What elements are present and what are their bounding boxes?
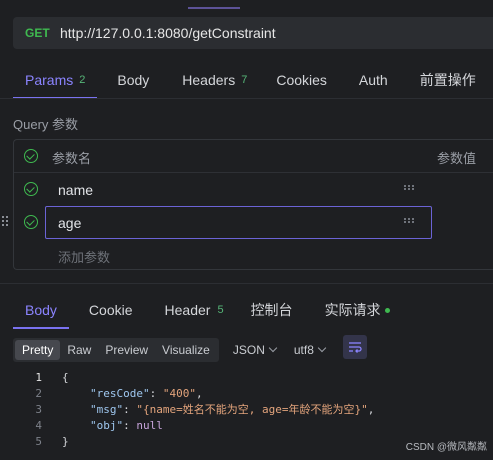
http-method-badge[interactable]: GET xyxy=(25,26,60,40)
wrap-lines-icon xyxy=(349,342,362,353)
resp-tab-body-label: Body xyxy=(25,302,57,318)
resp-tab-console-label: 控制台 xyxy=(250,302,293,318)
more-dots-icon[interactable] xyxy=(404,218,414,224)
format-toolbar: Pretty Raw Preview Visualize JSON utf8 xyxy=(13,338,327,362)
request-tabs: Params 2 Body Headers 7 Cookies Auth 前置操… xyxy=(12,62,476,99)
code-text: "resCode": "400", xyxy=(90,387,203,400)
add-param-placeholder[interactable]: 添加参数 xyxy=(58,247,110,266)
code-line: 3 "msg": "{name=姓名不能为空, age=年龄不能为空}", xyxy=(0,402,493,418)
tab-pre-actions[interactable]: 前置操作 xyxy=(420,64,476,96)
code-line: 4 "obj": null xyxy=(0,418,493,434)
tab-headers-count: 7 xyxy=(241,74,248,86)
json-value: "{name=姓名不能为空, age=年龄不能为空}" xyxy=(136,403,368,416)
line-number: 2 xyxy=(35,387,42,400)
query-section-label: Query 参数 xyxy=(13,117,79,132)
resp-tab-header-label: Header xyxy=(164,302,211,318)
json-key: "resCode" xyxy=(90,387,150,400)
mode-preview-button[interactable]: Preview xyxy=(98,340,155,360)
code-line: 2 "resCode": "400", xyxy=(0,386,493,402)
tabs-divider xyxy=(0,98,493,99)
col-header-value: 参数值 xyxy=(437,151,477,166)
resp-tab-body[interactable]: Body xyxy=(13,295,69,329)
param-checkbox-icon[interactable] xyxy=(24,182,38,196)
content-type-select[interactable]: JSON xyxy=(232,343,278,357)
resp-tab-header[interactable]: Header 5 xyxy=(165,295,224,325)
encoding-value: utf8 xyxy=(293,343,314,357)
resp-tab-actual-request[interactable]: 实际请求 xyxy=(325,295,390,325)
json-punct: , xyxy=(367,403,375,416)
param-name-edit-box[interactable] xyxy=(45,206,432,239)
url-bar[interactable]: GET http://127.0.0.1:8080/getConstraint xyxy=(13,17,493,49)
url-input[interactable]: http://127.0.0.1:8080/getConstraint xyxy=(60,25,276,41)
tab-headers[interactable]: Headers 7 xyxy=(182,64,247,96)
line-number: 5 xyxy=(35,435,42,448)
tab-auth[interactable]: Auth xyxy=(359,64,388,96)
col-header-name: 参数名 xyxy=(52,151,92,166)
line-number: 3 xyxy=(35,403,42,416)
view-mode-group: Pretty Raw Preview Visualize xyxy=(13,338,219,362)
tab-cookies[interactable]: Cookies xyxy=(276,64,327,96)
resp-tab-cookie-label: Cookie xyxy=(88,302,133,318)
tab-params-count: 2 xyxy=(79,74,86,86)
tab-cookies-label: Cookies xyxy=(276,72,327,88)
code-line: 1 { xyxy=(0,370,493,386)
json-key: "msg" xyxy=(90,403,124,416)
code-text: "msg": "{name=姓名不能为空, age=年龄不能为空}", xyxy=(90,403,375,416)
code-text: { xyxy=(62,371,69,384)
drag-handle-icon[interactable] xyxy=(2,216,10,228)
encoding-select[interactable]: utf8 xyxy=(293,343,327,357)
more-dots-icon[interactable] xyxy=(404,185,414,191)
tab-params-label: Params xyxy=(25,72,74,88)
tab-headers-label: Headers xyxy=(182,72,236,88)
json-punct: , xyxy=(195,387,203,400)
chevron-down-icon xyxy=(317,343,327,353)
tab-params[interactable]: Params 2 xyxy=(12,64,98,99)
code-text: } xyxy=(62,435,69,448)
select-all-checkbox-icon[interactable] xyxy=(24,149,38,163)
status-dot-icon xyxy=(384,307,390,313)
code-text: "obj": null xyxy=(90,419,163,432)
mode-visualize-button[interactable]: Visualize xyxy=(155,340,217,360)
resp-tab-actual-request-label: 实际请求 xyxy=(324,302,381,318)
json-key: "obj" xyxy=(90,419,124,432)
resp-tab-console[interactable]: 控制台 xyxy=(251,295,293,325)
json-value: null xyxy=(136,419,163,432)
json-value: "400" xyxy=(162,387,196,400)
chevron-down-icon xyxy=(268,343,278,353)
param-row: age xyxy=(14,206,493,239)
add-param-row[interactable]: 添加参数 xyxy=(14,239,493,272)
param-name[interactable]: name xyxy=(58,182,93,198)
tab-auth-label: Auth xyxy=(358,72,388,88)
line-number: 1 xyxy=(35,371,42,384)
response-tabs: Body Cookie Header 5 控制台 实际请求 xyxy=(13,293,390,329)
content-type-value: JSON xyxy=(232,343,265,357)
top-tab-indicator xyxy=(188,7,240,9)
tab-pre-actions-label: 前置操作 xyxy=(419,72,476,88)
response-divider xyxy=(0,283,493,284)
watermark: CSDN @微风粼粼 xyxy=(405,442,487,453)
params-header-row: 参数名 参数值 xyxy=(14,140,493,173)
mode-pretty-button[interactable]: Pretty xyxy=(15,340,61,360)
word-wrap-button[interactable] xyxy=(343,335,367,359)
param-name[interactable]: age xyxy=(58,215,81,231)
query-params-table: 参数名 参数值 name age 添加参数 xyxy=(13,139,493,270)
tab-body[interactable]: Body xyxy=(117,64,149,96)
mode-raw-button[interactable]: Raw xyxy=(60,340,98,360)
resp-tab-cookie[interactable]: Cookie xyxy=(89,295,133,325)
param-checkbox-icon[interactable] xyxy=(24,215,38,229)
line-number: 4 xyxy=(35,419,42,432)
param-row: name xyxy=(14,173,493,206)
tab-body-label: Body xyxy=(117,72,150,88)
resp-tab-header-count: 5 xyxy=(217,304,224,316)
